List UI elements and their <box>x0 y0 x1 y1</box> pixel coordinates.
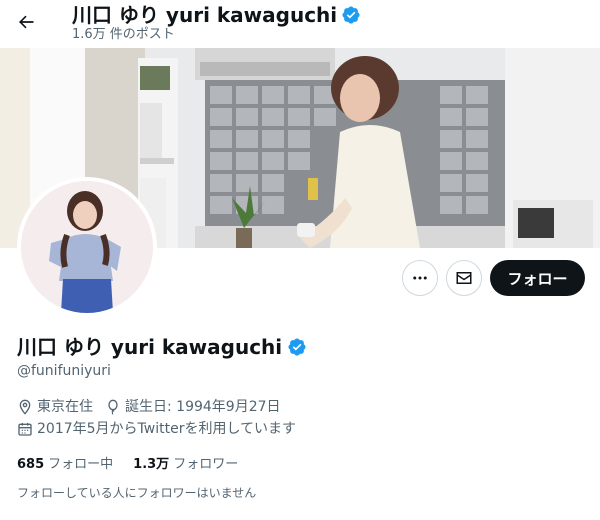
post-count: 1.6万 件のポスト <box>72 27 175 42</box>
avatar-image <box>21 181 153 313</box>
display-name: 川口 ゆり yuri kawaguchi <box>17 335 283 359</box>
joined-row: 2017年5月からTwitterを利用しています <box>17 420 296 438</box>
verified-badge-icon[interactable] <box>287 337 307 357</box>
header-title-wrap: 川口 ゆり yuri kawaguchi <box>72 2 361 28</box>
message-button[interactable] <box>446 260 482 296</box>
joined-text: 2017年5月からTwitterを利用しています <box>37 421 297 437</box>
calendar-icon <box>18 423 32 436</box>
following-count: 685 <box>17 457 45 472</box>
back-button[interactable] <box>8 4 44 40</box>
follow-button[interactable]: フォロー <box>490 260 585 296</box>
followers-label: フォロワー <box>173 457 239 472</box>
balloon-icon <box>108 399 118 415</box>
display-name-wrap: 川口 ゆり yuri kawaguchi <box>17 334 307 360</box>
birthday-item: 誕生日: 1994年9月27日 <box>105 398 281 416</box>
envelope-icon <box>456 272 472 284</box>
location-item: 東京在住 <box>17 398 93 416</box>
location-pin-icon <box>19 399 31 415</box>
followers-link[interactable]: 1.3万 フォロワー <box>133 456 238 474</box>
mutual-followers-note: フォローしている人にフォロワーはいません <box>17 486 257 500</box>
profile-avatar[interactable] <box>17 177 157 317</box>
user-handle: @funifuniyuri <box>17 363 111 379</box>
location-text: 東京在住 <box>37 399 93 415</box>
following-link[interactable]: 685 フォロー中 <box>17 456 113 474</box>
verified-badge-icon <box>342 6 360 24</box>
profile-meta-row: 東京在住 誕生日: 1994年9月27日 <box>17 398 293 416</box>
more-icon <box>413 276 427 280</box>
follow-stats: 685 フォロー中 1.3万 フォロワー <box>17 456 258 474</box>
followers-count: 1.3万 <box>133 457 170 472</box>
top-bar: 川口 ゆり yuri kawaguchi 1.6万 件のポスト <box>0 0 600 48</box>
arrow-left-icon <box>19 15 34 29</box>
birthday-text: 誕生日: 1994年9月27日 <box>125 399 281 415</box>
following-label: フォロー中 <box>48 457 114 472</box>
more-button[interactable] <box>402 260 438 296</box>
header-title: 川口 ゆり yuri kawaguchi <box>72 3 338 27</box>
